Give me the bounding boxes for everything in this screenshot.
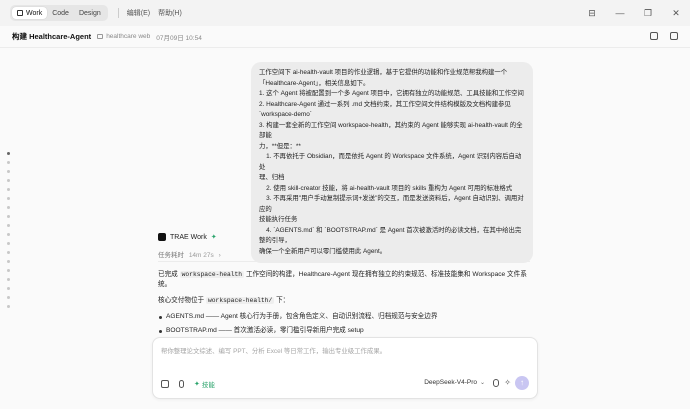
microphone-icon[interactable] [493, 379, 499, 387]
workspace-name[interactable]: healthcare web [106, 33, 150, 40]
reply-intro-prefix: 已完成 [158, 271, 178, 278]
user-message-line: 工作空间下 ai-health-vault 项目的作业逻辑，基于它提供的功能和作… [259, 69, 508, 76]
user-message-line: 2. 使用 skill-creator 技能，将 ai-health-vault… [259, 184, 513, 192]
timeline-dot[interactable] [7, 251, 10, 254]
user-message-line: `workspace-demo` [259, 111, 312, 118]
maximize-icon[interactable]: ❐ [634, 8, 662, 19]
terminal-icon[interactable] [650, 32, 658, 40]
mode-code-label: Code [52, 9, 69, 17]
model-name: DeepSeek-V4-Pro [424, 379, 477, 386]
timeline-dot[interactable] [7, 197, 10, 200]
timeline-dot[interactable] [7, 215, 10, 218]
reply-core: 核心交付物位于 workspace-health/ 下： [158, 296, 538, 306]
paperclip-icon[interactable] [179, 380, 184, 388]
menu-edit[interactable]: 编辑(E) [127, 8, 150, 18]
timeline-dot[interactable] [7, 287, 10, 290]
composer-toolbar: ✦ 技能 DeepSeek-V4-Pro ⌄ ✧ ↑ [161, 376, 529, 391]
elapsed-label: 任务耗时 [158, 252, 184, 259]
divider [158, 261, 530, 262]
minimize-icon[interactable]: — [606, 8, 634, 18]
user-message-line: 3. 构建一套全新的工作空间 workspace-health，其约束的 Age… [259, 121, 523, 140]
inline-code: workspace-health/ [206, 297, 275, 304]
task-elapsed[interactable]: 任务耗时 14m 27s › [158, 249, 221, 259]
mode-code-button[interactable]: Code [47, 7, 74, 19]
conversation-timeline [7, 152, 10, 308]
timeline-dot[interactable] [7, 305, 10, 308]
agent-reply: 已完成 workspace-health 工作空间的构建，Healthcare-… [158, 270, 538, 340]
mode-design-button[interactable]: Design [74, 7, 106, 19]
menu-help[interactable]: 帮助(H) [158, 8, 182, 18]
inline-code: workspace-health [179, 271, 245, 278]
panel-icon[interactable] [670, 32, 678, 40]
timeline-dot[interactable] [7, 296, 10, 299]
list-item: AGENTS.md —— Agent 核心行为手册，包含角色定义、自动识别流程、… [158, 312, 538, 322]
enhance-icon[interactable]: ✧ [504, 378, 511, 387]
mode-switcher: Work Code Design [10, 5, 108, 21]
message-composer[interactable]: 帮你整理论文综述、编写 PPT、分析 Excel 等日常工作，输出专业级工作成果… [152, 337, 538, 399]
work-icon [17, 10, 23, 16]
timeline-dot[interactable] [7, 260, 10, 263]
timeline-dot[interactable] [7, 152, 10, 155]
user-message-line: 技能执行任务 [259, 216, 298, 223]
task-header: 构建 Healthcare-Agent healthcare web 07月09… [0, 26, 690, 48]
composer-placeholder[interactable]: 帮你整理论文综述、编写 PPT、分析 Excel 等日常工作，输出专业级工作成果… [161, 346, 386, 355]
elapsed-value: 14m 27s [188, 252, 214, 259]
timeline-dot[interactable] [7, 170, 10, 173]
skill-button[interactable]: 技能 [202, 379, 215, 389]
reply-intro: 已完成 workspace-health 工作空间的构建，Healthcare-… [158, 270, 538, 290]
chevron-right-icon: › [218, 252, 221, 259]
user-message-line: 力，**但是：** [259, 142, 301, 150]
user-message-line: 2. Healthcare-Agent 通过一系列 .md 文档约束，其工作空间… [259, 100, 511, 108]
send-button[interactable]: ↑ [515, 376, 529, 390]
attach-file-icon[interactable] [161, 380, 169, 388]
agent-header: TRAE Work ✦ [158, 233, 217, 241]
user-message-line: 理、归档 [259, 174, 285, 181]
user-message-line: 1. 不再依托于 Obsidian，而是依托 Agent 的 Workspace… [259, 153, 522, 171]
user-message-line: 确保一个全新用户可以零门槛使用此 Agent。 [259, 247, 387, 255]
mode-work-button[interactable]: Work [12, 7, 48, 19]
title-bar: Work Code Design 编辑(E) 帮助(H) ⊟ — ❐ ✕ [0, 0, 690, 26]
header-actions [650, 32, 678, 40]
reply-core-suffix: 下： [276, 297, 290, 304]
reply-core-prefix: 核心交付物位于 [158, 297, 205, 304]
sparkle-icon: ✦ [210, 234, 217, 241]
timeline-dot[interactable] [7, 233, 10, 236]
deliverables-list: AGENTS.md —— Agent 核心行为手册，包含角色定义、自动识别流程、… [158, 312, 538, 336]
timeline-dot[interactable] [7, 188, 10, 191]
page-title: 构建 Healthcare-Agent [12, 32, 92, 41]
timeline-dot[interactable] [7, 206, 10, 209]
mode-design-label: Design [78, 9, 101, 17]
timeline-dot[interactable] [7, 179, 10, 182]
timeline-dot[interactable] [7, 269, 10, 272]
folder-icon [97, 34, 104, 39]
user-message-bubble: 工作空间下 ai-health-vault 项目的作业逻辑，基于它提供的功能和作… [251, 62, 533, 263]
menu-divider [117, 8, 119, 18]
list-item: BOOTSTRAP.md —— 首次激活必读，零门槛引导新用户完成 setup [158, 326, 538, 336]
timeline-dot[interactable] [7, 242, 10, 245]
agent-logo-icon [158, 233, 166, 241]
user-message-line: 3. 不再采用"用户手动复制提示词+发送"的交互，而是发送资料后，Agent 自… [259, 195, 524, 213]
mode-work-label: Work [26, 9, 43, 17]
agent-name: TRAE Work [170, 233, 207, 241]
sidebar-toggle-icon[interactable]: ⊟ [578, 8, 606, 19]
chevron-down-icon: ⌄ [479, 380, 485, 386]
timeline-dot[interactable] [7, 278, 10, 281]
model-selector[interactable]: DeepSeek-V4-Pro ⌄ [424, 379, 485, 386]
window-controls: ⊟ — ❐ ✕ [578, 0, 690, 26]
skill-icon[interactable]: ✦ [194, 380, 200, 388]
timeline-dot[interactable] [7, 161, 10, 164]
user-message-line: 4. `AGENTS.md` 和 `BOOTSTRAP.md` 是 Agent … [259, 226, 522, 245]
close-icon[interactable]: ✕ [662, 8, 690, 19]
user-message-line: 「Healthcare-Agent」，相关信息如下。 [259, 79, 370, 87]
timeline-dot[interactable] [7, 224, 10, 227]
user-message-line: 1. 这个 Agent 将被配置到一个多 Agent 项目中，它拥有独立的功能规… [259, 90, 524, 97]
task-date: 07月09日 10:54 [156, 34, 202, 42]
